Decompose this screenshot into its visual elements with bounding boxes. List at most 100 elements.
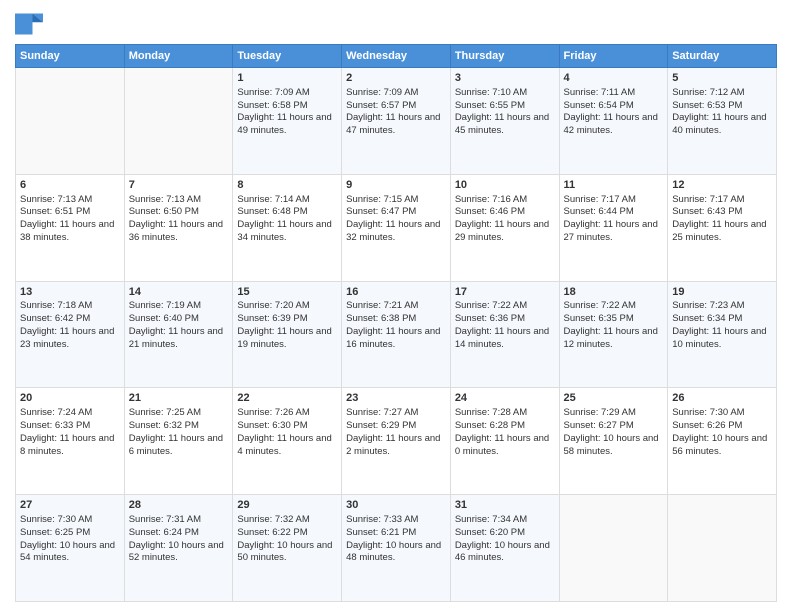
- day-info: Sunrise: 7:32 AM: [237, 514, 337, 527]
- logo: [15, 10, 47, 38]
- day-info: Sunset: 6:25 PM: [20, 527, 120, 540]
- day-info: Daylight: 11 hours and 40 minutes.: [672, 112, 772, 138]
- day-info: Sunrise: 7:10 AM: [455, 87, 555, 100]
- calendar-cell: 9Sunrise: 7:15 AMSunset: 6:47 PMDaylight…: [342, 174, 451, 281]
- day-info: Sunset: 6:24 PM: [129, 527, 229, 540]
- calendar-cell: 21Sunrise: 7:25 AMSunset: 6:32 PMDayligh…: [124, 388, 233, 495]
- calendar-week-3: 13Sunrise: 7:18 AMSunset: 6:42 PMDayligh…: [16, 281, 777, 388]
- day-number: 22: [237, 391, 337, 406]
- day-number: 18: [564, 285, 664, 300]
- day-number: 7: [129, 178, 229, 193]
- day-info: Sunrise: 7:17 AM: [564, 194, 664, 207]
- day-info: Sunset: 6:21 PM: [346, 527, 446, 540]
- day-info: Sunset: 6:33 PM: [20, 420, 120, 433]
- day-number: 12: [672, 178, 772, 193]
- calendar-table: SundayMondayTuesdayWednesdayThursdayFrid…: [15, 44, 777, 602]
- day-info: Sunrise: 7:20 AM: [237, 300, 337, 313]
- day-number: 9: [346, 178, 446, 193]
- header: [15, 10, 777, 38]
- day-info: Sunrise: 7:13 AM: [129, 194, 229, 207]
- day-number: 27: [20, 498, 120, 513]
- day-info: Daylight: 10 hours and 56 minutes.: [672, 433, 772, 459]
- day-info: Sunrise: 7:34 AM: [455, 514, 555, 527]
- day-number: 28: [129, 498, 229, 513]
- day-info: Sunset: 6:36 PM: [455, 313, 555, 326]
- day-info: Daylight: 11 hours and 38 minutes.: [20, 219, 120, 245]
- day-info: Daylight: 11 hours and 19 minutes.: [237, 326, 337, 352]
- day-number: 13: [20, 285, 120, 300]
- day-info: Daylight: 11 hours and 36 minutes.: [129, 219, 229, 245]
- calendar-cell: 26Sunrise: 7:30 AMSunset: 6:26 PMDayligh…: [668, 388, 777, 495]
- day-info: Daylight: 11 hours and 10 minutes.: [672, 326, 772, 352]
- day-header-saturday: Saturday: [668, 45, 777, 68]
- day-info: Daylight: 11 hours and 45 minutes.: [455, 112, 555, 138]
- calendar-cell: 16Sunrise: 7:21 AMSunset: 6:38 PMDayligh…: [342, 281, 451, 388]
- day-info: Daylight: 11 hours and 27 minutes.: [564, 219, 664, 245]
- day-info: Daylight: 11 hours and 23 minutes.: [20, 326, 120, 352]
- day-info: Daylight: 10 hours and 48 minutes.: [346, 540, 446, 566]
- day-info: Sunrise: 7:33 AM: [346, 514, 446, 527]
- day-number: 20: [20, 391, 120, 406]
- day-info: Sunset: 6:54 PM: [564, 100, 664, 113]
- day-number: 21: [129, 391, 229, 406]
- day-info: Sunrise: 7:19 AM: [129, 300, 229, 313]
- day-info: Sunrise: 7:27 AM: [346, 407, 446, 420]
- calendar-week-2: 6Sunrise: 7:13 AMSunset: 6:51 PMDaylight…: [16, 174, 777, 281]
- calendar-cell: 11Sunrise: 7:17 AMSunset: 6:44 PMDayligh…: [559, 174, 668, 281]
- day-info: Daylight: 11 hours and 16 minutes.: [346, 326, 446, 352]
- day-info: Sunrise: 7:29 AM: [564, 407, 664, 420]
- day-number: 4: [564, 71, 664, 86]
- day-number: 30: [346, 498, 446, 513]
- day-info: Sunrise: 7:11 AM: [564, 87, 664, 100]
- day-info: Daylight: 11 hours and 12 minutes.: [564, 326, 664, 352]
- day-info: Sunset: 6:35 PM: [564, 313, 664, 326]
- calendar-cell: 20Sunrise: 7:24 AMSunset: 6:33 PMDayligh…: [16, 388, 125, 495]
- day-number: 1: [237, 71, 337, 86]
- day-info: Sunset: 6:27 PM: [564, 420, 664, 433]
- calendar-cell: 23Sunrise: 7:27 AMSunset: 6:29 PMDayligh…: [342, 388, 451, 495]
- day-info: Sunrise: 7:30 AM: [672, 407, 772, 420]
- calendar-cell: 7Sunrise: 7:13 AMSunset: 6:50 PMDaylight…: [124, 174, 233, 281]
- calendar-cell: 28Sunrise: 7:31 AMSunset: 6:24 PMDayligh…: [124, 495, 233, 602]
- day-info: Sunrise: 7:22 AM: [564, 300, 664, 313]
- calendar-cell: [559, 495, 668, 602]
- day-number: 17: [455, 285, 555, 300]
- calendar-cell: 29Sunrise: 7:32 AMSunset: 6:22 PMDayligh…: [233, 495, 342, 602]
- day-number: 29: [237, 498, 337, 513]
- calendar-cell: 12Sunrise: 7:17 AMSunset: 6:43 PMDayligh…: [668, 174, 777, 281]
- calendar-cell: 27Sunrise: 7:30 AMSunset: 6:25 PMDayligh…: [16, 495, 125, 602]
- day-number: 16: [346, 285, 446, 300]
- day-number: 19: [672, 285, 772, 300]
- day-info: Sunrise: 7:14 AM: [237, 194, 337, 207]
- day-info: Sunset: 6:48 PM: [237, 206, 337, 219]
- day-info: Daylight: 11 hours and 47 minutes.: [346, 112, 446, 138]
- day-info: Sunset: 6:39 PM: [237, 313, 337, 326]
- day-info: Daylight: 10 hours and 54 minutes.: [20, 540, 120, 566]
- day-info: Daylight: 11 hours and 14 minutes.: [455, 326, 555, 352]
- day-info: Sunset: 6:40 PM: [129, 313, 229, 326]
- day-header-tuesday: Tuesday: [233, 45, 342, 68]
- calendar-cell: [16, 68, 125, 175]
- day-info: Daylight: 11 hours and 21 minutes.: [129, 326, 229, 352]
- day-header-friday: Friday: [559, 45, 668, 68]
- day-info: Daylight: 11 hours and 32 minutes.: [346, 219, 446, 245]
- day-number: 6: [20, 178, 120, 193]
- day-info: Sunset: 6:57 PM: [346, 100, 446, 113]
- day-info: Sunrise: 7:30 AM: [20, 514, 120, 527]
- calendar-cell: 17Sunrise: 7:22 AMSunset: 6:36 PMDayligh…: [450, 281, 559, 388]
- day-info: Sunset: 6:51 PM: [20, 206, 120, 219]
- day-info: Daylight: 11 hours and 6 minutes.: [129, 433, 229, 459]
- calendar-week-1: 1Sunrise: 7:09 AMSunset: 6:58 PMDaylight…: [16, 68, 777, 175]
- day-info: Sunset: 6:50 PM: [129, 206, 229, 219]
- calendar-cell: 18Sunrise: 7:22 AMSunset: 6:35 PMDayligh…: [559, 281, 668, 388]
- day-number: 23: [346, 391, 446, 406]
- day-info: Sunrise: 7:15 AM: [346, 194, 446, 207]
- day-header-sunday: Sunday: [16, 45, 125, 68]
- day-info: Daylight: 11 hours and 4 minutes.: [237, 433, 337, 459]
- day-info: Daylight: 11 hours and 25 minutes.: [672, 219, 772, 245]
- day-info: Sunset: 6:43 PM: [672, 206, 772, 219]
- day-info: Sunset: 6:55 PM: [455, 100, 555, 113]
- day-info: Sunset: 6:53 PM: [672, 100, 772, 113]
- calendar-header-row: SundayMondayTuesdayWednesdayThursdayFrid…: [16, 45, 777, 68]
- day-info: Daylight: 11 hours and 42 minutes.: [564, 112, 664, 138]
